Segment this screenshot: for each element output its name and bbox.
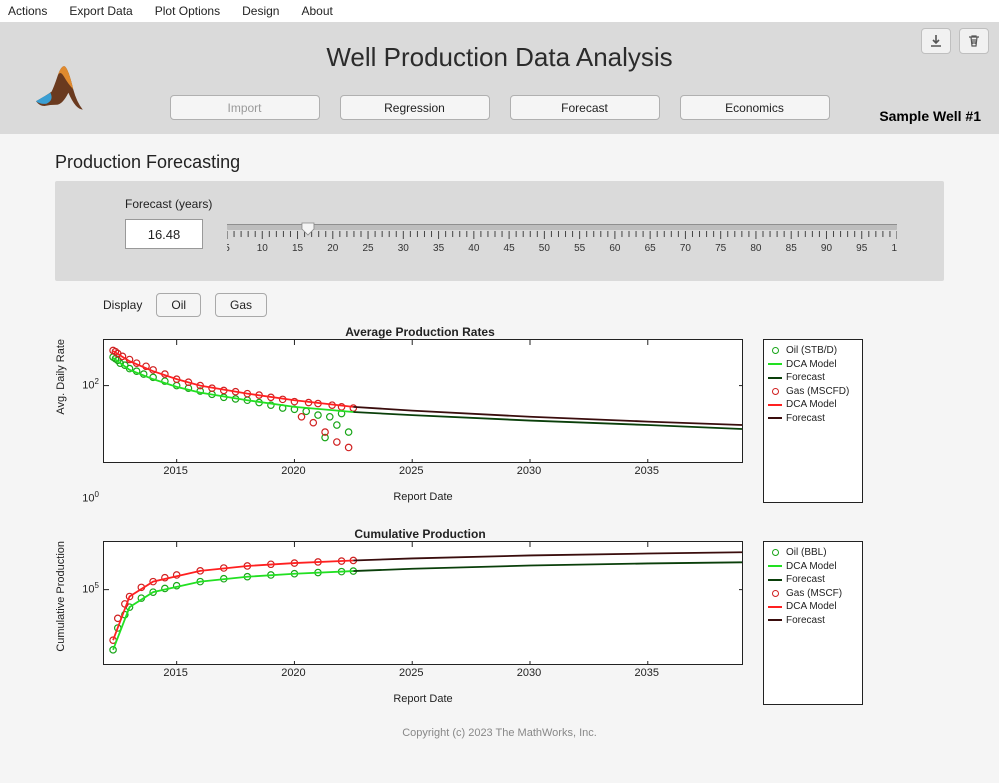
x-tick-label: 2030	[517, 667, 541, 679]
svg-text:25: 25	[362, 243, 374, 254]
legend-item: Oil (STB/D)	[768, 344, 858, 358]
legend-item: DCA Model	[768, 358, 858, 372]
y-tick-label: 100	[82, 490, 99, 505]
download-icon	[928, 33, 944, 49]
y-tick-label: 102	[82, 377, 99, 392]
svg-text:35: 35	[433, 243, 445, 254]
menu-about[interactable]: About	[301, 4, 332, 18]
x-tick-label: 2035	[635, 667, 659, 679]
chart-rates-title: Average Production Rates	[100, 325, 740, 339]
chart-rates-axes[interactable]	[103, 339, 743, 463]
well-name-label: Sample Well #1	[879, 108, 981, 124]
x-tick-label: 2025	[399, 667, 423, 679]
x-tick-label: 2015	[163, 465, 187, 477]
chart-cum: Cumulative Production Cumulative Product…	[55, 525, 944, 705]
x-tick-label: 2025	[399, 465, 423, 477]
chart-cum-title: Cumulative Production	[100, 527, 740, 541]
svg-text:60: 60	[609, 243, 621, 254]
x-tick-label: 2015	[163, 667, 187, 679]
x-tick-label: 2020	[281, 465, 305, 477]
matlab-logo-icon	[30, 58, 90, 118]
display-label: Display	[103, 298, 142, 312]
x-tick-label: 2035	[635, 465, 659, 477]
forecast-slider-panel: Forecast (years) 16.48 5 10 15 20 25 30 35 40 45…	[55, 181, 944, 281]
x-tick-label: 2030	[517, 465, 541, 477]
regression-button[interactable]: Regression	[340, 95, 490, 120]
svg-text:85: 85	[786, 243, 798, 254]
svg-text:40: 40	[468, 243, 480, 254]
forecast-button[interactable]: Forecast	[510, 95, 660, 120]
forecast-slider-label: Forecast (years)	[125, 197, 922, 211]
svg-text:90: 90	[821, 243, 833, 254]
section-title: Production Forecasting	[55, 152, 944, 173]
menu-plot-options[interactable]: Plot Options	[155, 4, 220, 18]
svg-text:80: 80	[750, 243, 762, 254]
legend-item: Forecast	[768, 573, 858, 587]
chart-rates-legend: Oil (STB/D)DCA ModelForecastGas (MSCFD)D…	[763, 339, 863, 503]
legend-item: Gas (MSCFD)	[768, 385, 858, 399]
legend-item: DCA Model	[768, 600, 858, 614]
economics-button[interactable]: Economics	[680, 95, 830, 120]
delete-button[interactable]	[959, 28, 989, 54]
legend-item: Oil (BBL)	[768, 546, 858, 560]
legend-item: DCA Model	[768, 398, 858, 412]
svg-text:10: 10	[891, 243, 897, 254]
svg-text:70: 70	[680, 243, 692, 254]
y-tick-label: 105	[82, 581, 99, 596]
display-gas-button[interactable]: Gas	[215, 293, 267, 317]
svg-text:15: 15	[292, 243, 304, 254]
svg-text:75: 75	[715, 243, 727, 254]
chart-cum-legend: Oil (BBL)DCA ModelForecastGas (MSCF)DCA …	[763, 541, 863, 705]
forecast-slider[interactable]: 5 10 15 20 25 30 35 40 45 50 55 60 65 70 75 80 85 90 95 10	[227, 219, 922, 257]
chart-cum-axes[interactable]	[103, 541, 743, 665]
svg-text:20: 20	[327, 243, 339, 254]
display-oil-button[interactable]: Oil	[156, 293, 201, 317]
svg-text:95: 95	[856, 243, 868, 254]
menu-design[interactable]: Design	[242, 4, 279, 18]
svg-text:65: 65	[645, 243, 657, 254]
chart-rates: Average Production Rates Avg. Daily Rate…	[55, 323, 944, 503]
menu-export-data[interactable]: Export Data	[69, 4, 132, 18]
legend-item: Forecast	[768, 614, 858, 628]
svg-text:5: 5	[227, 243, 230, 254]
chart-cum-xlabel: Report Date	[103, 693, 743, 705]
legend-item: Forecast	[768, 371, 858, 385]
app-title: Well Production Data Analysis	[10, 42, 989, 73]
legend-item: Gas (MSCF)	[768, 587, 858, 601]
svg-text:10: 10	[257, 243, 269, 254]
header-panel: Well Production Data Analysis Import Reg…	[0, 22, 999, 134]
menubar: Actions Export Data Plot Options Design …	[0, 0, 999, 22]
svg-text:50: 50	[539, 243, 551, 254]
legend-item: Forecast	[768, 412, 858, 426]
svg-text:45: 45	[504, 243, 516, 254]
import-button[interactable]: Import	[170, 95, 320, 120]
trash-icon	[966, 33, 982, 49]
chart-rates-xlabel: Report Date	[103, 491, 743, 503]
x-tick-label: 2020	[281, 667, 305, 679]
download-button[interactable]	[921, 28, 951, 54]
legend-item: DCA Model	[768, 560, 858, 574]
svg-text:55: 55	[574, 243, 586, 254]
footer-copyright: Copyright (c) 2023 The MathWorks, Inc.	[55, 727, 944, 739]
menu-actions[interactable]: Actions	[8, 4, 47, 18]
forecast-value-field[interactable]: 16.48	[125, 219, 203, 249]
svg-text:30: 30	[398, 243, 410, 254]
